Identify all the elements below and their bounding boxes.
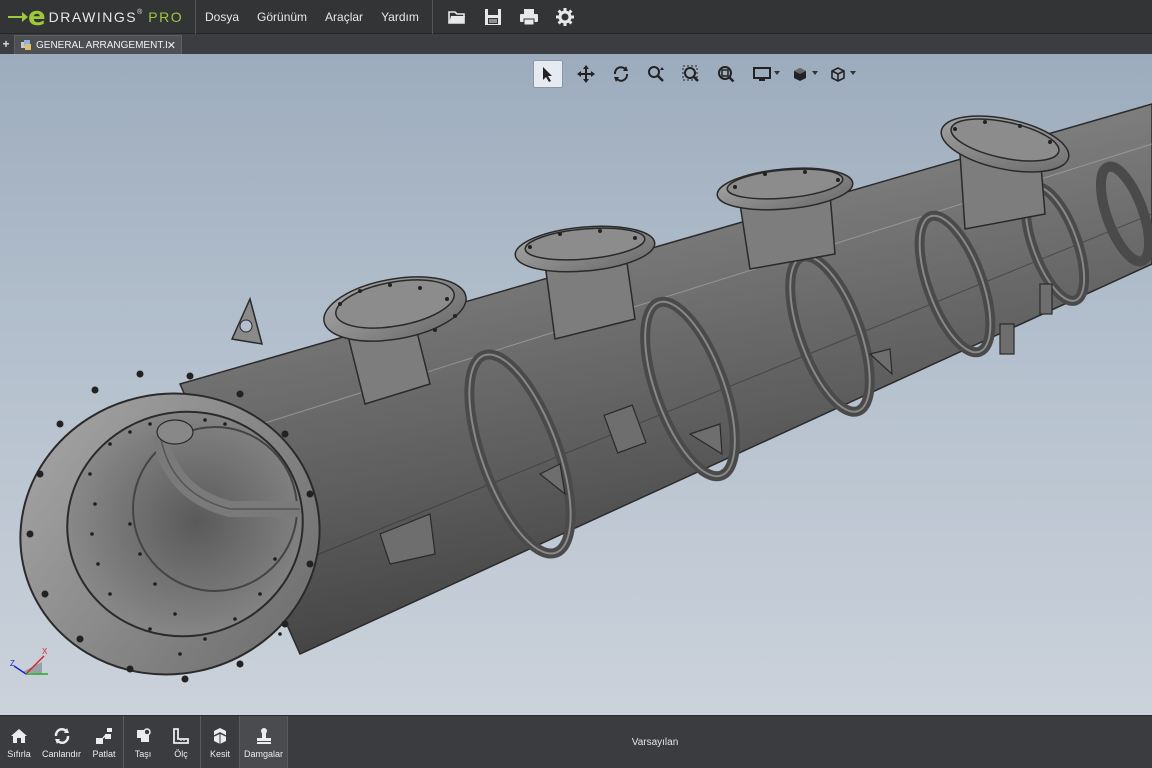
shaded-view-button[interactable] <box>781 60 819 88</box>
logo-registered: ® <box>137 8 143 16</box>
logo-arrow-icon <box>8 11 28 22</box>
animate-label: Canlandır <box>42 749 82 759</box>
section-icon <box>213 728 227 744</box>
save-button[interactable] <box>475 2 511 32</box>
explode-icon <box>96 728 113 744</box>
logo-pro: PRO <box>148 8 184 25</box>
stamp-icon <box>256 728 271 744</box>
pan-icon <box>576 65 595 83</box>
print-icon <box>519 8 538 25</box>
menu-gorunum[interactable]: Görünüm <box>248 0 316 34</box>
bottom-toolbar: Sıfırla Canlandır Patlat Taşı Ölç Kesit … <box>0 715 1152 768</box>
measure-icon <box>173 728 189 744</box>
triad-z-label: Z <box>10 659 15 668</box>
triad-x-label: X <box>42 647 48 656</box>
select-arrow-icon <box>543 67 552 82</box>
pan-tool-button[interactable] <box>568 60 603 88</box>
stamps-group: Damgalar <box>240 716 289 768</box>
new-tab-button[interactable]: + <box>0 34 12 54</box>
reset-label: Sıfırla <box>7 749 31 759</box>
tab-general-arrangement[interactable]: GENERAL ARRANGEMENT.EASM ✕ <box>14 35 182 54</box>
stamps-label: Damgalar <box>244 749 284 759</box>
zoom-fit-button[interactable] <box>708 60 743 88</box>
view-toolbar <box>533 59 857 89</box>
settings-button[interactable] <box>547 2 583 32</box>
view-orientation-caret-icon[interactable] <box>850 71 856 75</box>
logo-e: e <box>28 1 46 32</box>
assembly-file-icon <box>21 40 31 50</box>
tab-label: GENERAL ARRANGEMENT.EASM <box>36 39 167 51</box>
explode-label: Patlat <box>92 749 116 759</box>
settings-gear-icon <box>555 7 574 26</box>
move-button[interactable]: Taşı <box>124 716 162 768</box>
zoom-fit-icon <box>717 66 734 83</box>
logo-text: DRAWINGS <box>48 8 138 25</box>
stamps-button[interactable]: Damgalar <box>240 716 288 768</box>
vessel-assembly-model <box>19 103 1152 683</box>
animate-icon <box>54 728 69 744</box>
open-folder-icon <box>448 10 465 24</box>
zoom-icon <box>647 66 664 82</box>
save-icon <box>484 8 501 25</box>
section-group: Kesit <box>201 716 241 768</box>
zoom-tool-button[interactable] <box>638 60 673 88</box>
zoom-area-icon <box>682 65 699 82</box>
view-orientation-button[interactable] <box>819 60 857 88</box>
rotate-tool-button[interactable] <box>603 60 638 88</box>
open-button[interactable] <box>439 2 475 32</box>
animate-button[interactable]: Canlandır <box>38 716 85 768</box>
explode-button[interactable]: Patlat <box>85 716 123 768</box>
rotate-icon <box>613 66 628 82</box>
view-group: Sıfırla Canlandır Patlat <box>0 716 125 768</box>
edrawings-logo: e DRAWINGS ® PRO <box>0 0 196 34</box>
document-tab-bar: + GENERAL ARRANGEMENT.EASM ✕ <box>0 34 1152 54</box>
quick-toolbar <box>433 0 583 34</box>
reset-button[interactable]: Sıfırla <box>0 716 38 768</box>
section-button[interactable]: Kesit <box>201 716 239 768</box>
tools-group: Taşı Ölç <box>124 716 202 768</box>
menu-bar: e DRAWINGS ® PRO Dosya Görünüm Araçlar Y… <box>0 0 1152 34</box>
display-style-icon <box>753 67 771 81</box>
move-icon <box>137 728 151 742</box>
display-style-caret-icon[interactable] <box>774 71 780 75</box>
orientation-triad: Z X <box>10 647 48 675</box>
print-button[interactable] <box>511 2 547 32</box>
view-orientation-icon <box>831 67 845 82</box>
home-icon <box>11 729 27 743</box>
3d-viewport[interactable]: Z X <box>0 54 1152 715</box>
measure-label: Ölç <box>174 749 188 759</box>
menu-yardim[interactable]: Yardım <box>372 0 428 34</box>
shaded-view-icon <box>794 68 806 81</box>
tab-close-icon[interactable]: ✕ <box>167 39 176 52</box>
display-style-button[interactable] <box>743 60 781 88</box>
select-tool-button[interactable] <box>533 60 563 88</box>
menu-dosya[interactable]: Dosya <box>196 0 248 34</box>
measure-button[interactable]: Ölç <box>162 716 200 768</box>
menu-araclar[interactable]: Araçlar <box>316 0 372 34</box>
main-menu: Dosya Görünüm Araçlar Yardım <box>196 0 433 34</box>
shaded-view-caret-icon[interactable] <box>812 71 818 75</box>
section-label: Kesit <box>210 749 231 759</box>
move-label: Taşı <box>134 749 152 759</box>
configuration-status: Varsayılan <box>631 736 679 748</box>
zoom-area-button[interactable] <box>673 60 708 88</box>
